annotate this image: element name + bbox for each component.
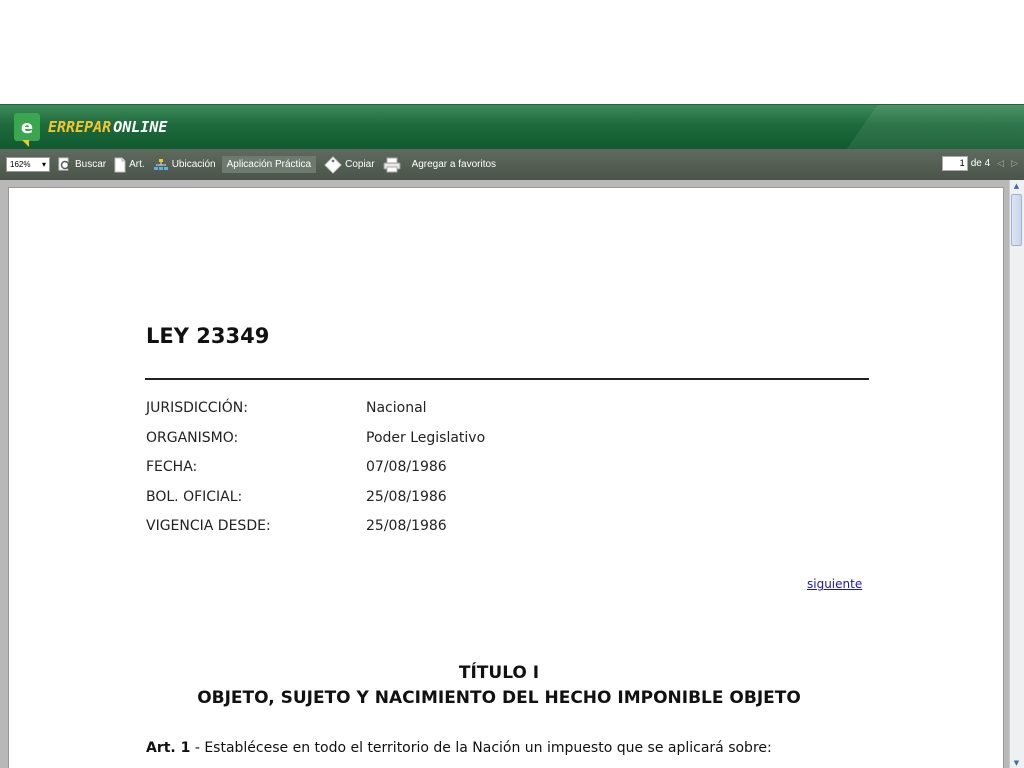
section-subtitle: OBJETO, SUJETO Y NACIMIENTO DEL HECHO IM… <box>197 688 801 708</box>
article-paragraph: Art. 1 - Establécese en todo el territor… <box>146 740 772 756</box>
page-number-input[interactable]: 1 <box>941 156 968 171</box>
aplicacion-practica-button[interactable]: Aplicación Práctica <box>221 156 317 173</box>
logo-mark: e <box>14 113 40 147</box>
logo-name-online: ONLINE <box>113 118 168 136</box>
document-viewer: LEY 23349 JURISDICCIÓN: Nacional ORGANIS… <box>0 180 1024 768</box>
art-label: Art. <box>129 159 145 170</box>
page-navigator: 1 de 4 ◁ ▷ <box>941 156 1018 171</box>
scroll-down-icon[interactable]: ▼ <box>1010 757 1023 768</box>
title-divider <box>145 378 869 380</box>
print-button[interactable] <box>383 157 404 173</box>
vertical-scrollbar[interactable]: ▲ ▼ <box>1009 180 1024 768</box>
article-label: Art. 1 <box>146 740 191 756</box>
logo-name-errepar: ERREPAR <box>48 118 112 136</box>
prev-page-icon[interactable]: ◁ <box>997 158 1004 169</box>
printer-icon <box>383 157 401 173</box>
search-icon <box>58 157 72 173</box>
page-total-label: de 4 <box>970 158 991 169</box>
viewer-toolbar: 162% ▾ Buscar Art. Ubicación Aplicación … <box>0 149 1024 180</box>
agregar-favoritos-button[interactable]: Agregar a favoritos <box>412 159 497 170</box>
art-button[interactable]: Art. <box>114 157 145 173</box>
errepar-logo[interactable]: e ERREPAR ONLINE <box>14 113 168 147</box>
meta-value: Poder Legislativo <box>366 429 486 446</box>
meta-row: BOL. OFICIAL: 25/08/1986 <box>146 489 485 519</box>
scroll-thumb[interactable] <box>1011 194 1022 246</box>
siguiente-link[interactable]: siguiente <box>807 577 862 591</box>
sitemap-icon <box>153 158 169 172</box>
buscar-label: Buscar <box>75 159 107 170</box>
ubicacion-label: Ubicación <box>171 159 216 170</box>
meta-value: 25/08/1986 <box>366 488 447 505</box>
meta-key: FECHA: <box>146 459 198 475</box>
meta-value: 25/08/1986 <box>366 518 447 534</box>
buscar-button[interactable]: Buscar <box>58 157 106 173</box>
scroll-up-icon[interactable]: ▲ <box>1010 180 1023 192</box>
aplicacion-practica-label: Aplicación Práctica <box>226 159 312 170</box>
document-metadata: JURISDICCIÓN: Nacional ORGANISMO: Poder … <box>146 400 485 548</box>
meta-row: FECHA: 07/08/1986 <box>146 459 485 489</box>
agregar-favoritos-label: Agregar a favoritos <box>411 159 497 170</box>
tag-icon <box>324 155 342 174</box>
meta-value: Nacional <box>366 400 427 416</box>
document-page: LEY 23349 JURISDICCIÓN: Nacional ORGANIS… <box>8 187 1004 768</box>
document-title: LEY 23349 <box>146 324 270 348</box>
zoom-value: 162% <box>10 160 31 169</box>
document-icon <box>114 157 126 173</box>
copiar-button[interactable]: Copiar <box>324 155 375 174</box>
section-title: TÍTULO I <box>458 663 540 683</box>
logo-letter: e <box>20 116 34 138</box>
copiar-label: Copiar <box>345 159 375 170</box>
article-text: - Establécese en todo el territorio de l… <box>190 740 772 756</box>
ubicacion-button[interactable]: Ubicación <box>153 158 216 172</box>
meta-row: VIGENCIA DESDE: 25/08/1986 <box>146 518 485 548</box>
meta-row: JURISDICCIÓN: Nacional <box>146 400 485 430</box>
logo-triangle <box>22 140 29 147</box>
meta-key: BOL. OFICIAL: <box>146 488 243 505</box>
zoom-select[interactable]: 162% ▾ <box>6 157 50 172</box>
top-blank-area <box>0 0 1024 104</box>
next-page-icon[interactable]: ▷ <box>1011 158 1018 169</box>
meta-row: ORGANISMO: Poder Legislativo <box>146 430 485 460</box>
brand-header: e ERREPAR ONLINE <box>0 104 1024 149</box>
chevron-down-icon: ▾ <box>41 160 46 169</box>
meta-key: VIGENCIA DESDE: <box>146 518 271 534</box>
meta-key: JURISDICCIÓN: <box>146 400 248 416</box>
meta-value: 07/08/1986 <box>366 459 447 475</box>
meta-key: ORGANISMO: <box>146 429 239 446</box>
